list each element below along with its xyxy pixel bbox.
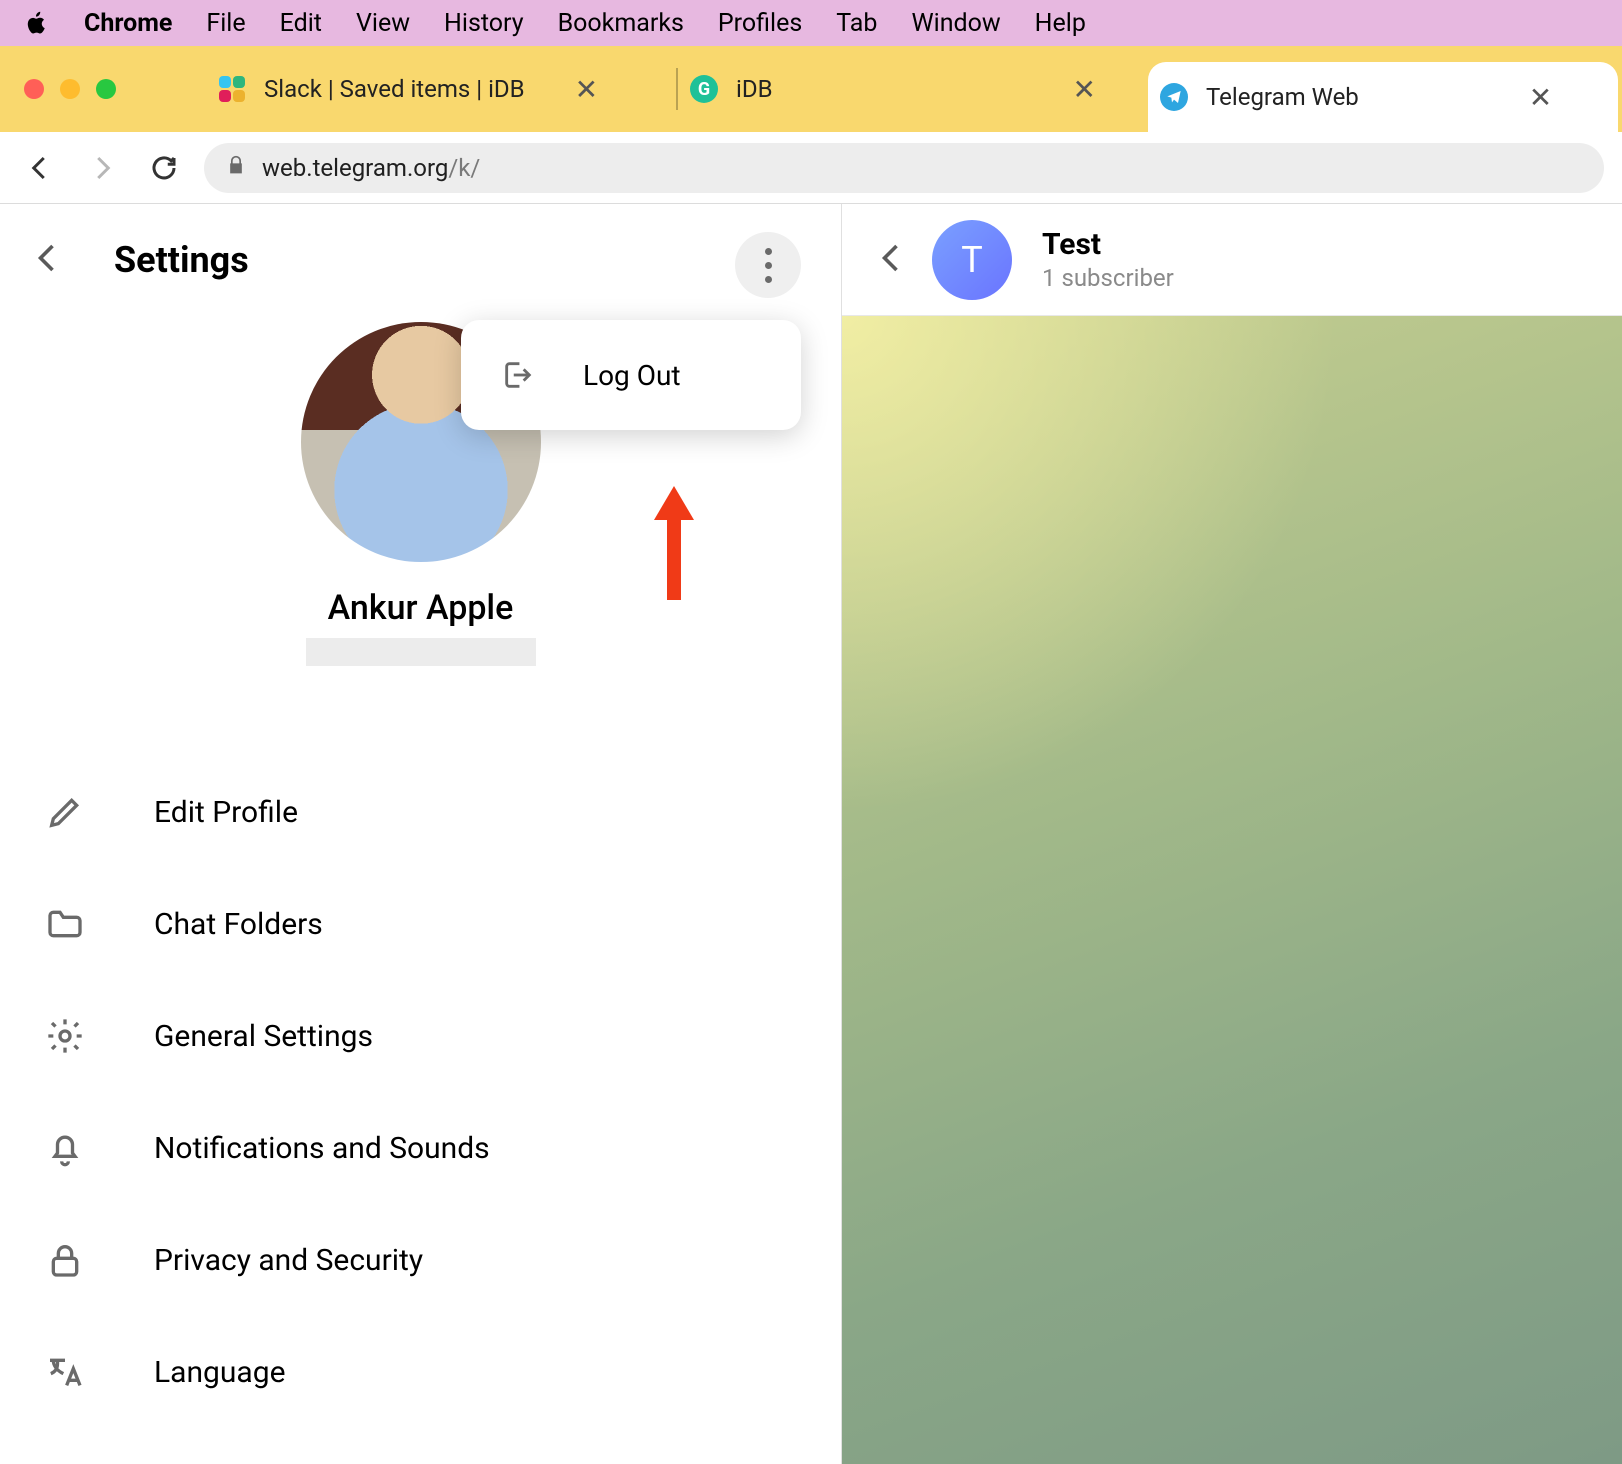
chat-panel: T Test 1 subscriber bbox=[842, 204, 1622, 1464]
window-maximize-button[interactable] bbox=[96, 79, 116, 99]
settings-item-general[interactable]: General Settings bbox=[0, 980, 841, 1092]
chat-back-button[interactable] bbox=[874, 240, 910, 280]
settings-item-label: Language bbox=[154, 1355, 286, 1390]
tab-label: iDB bbox=[736, 75, 773, 103]
folder-icon bbox=[42, 904, 88, 944]
menu-item-logout[interactable]: Log Out bbox=[461, 346, 801, 404]
idb-favicon-icon: G bbox=[690, 75, 718, 103]
window-close-button[interactable] bbox=[24, 79, 44, 99]
settings-item-label: Chat Folders bbox=[154, 907, 323, 942]
profile-subline-redacted bbox=[306, 638, 536, 666]
apple-logo-icon bbox=[24, 10, 50, 36]
tab-close-icon[interactable]: ✕ bbox=[575, 73, 598, 106]
menu-file[interactable]: File bbox=[206, 9, 245, 38]
chat-header: T Test 1 subscriber bbox=[842, 204, 1622, 316]
logout-icon bbox=[497, 358, 539, 392]
settings-panel: Settings Log Out Ankur Apple bbox=[0, 204, 842, 1464]
chat-subtitle: 1 subscriber bbox=[1042, 264, 1174, 292]
settings-item-label: Edit Profile bbox=[154, 795, 298, 830]
browser-tab-telegram[interactable]: Telegram Web ✕ bbox=[1148, 62, 1618, 132]
settings-item-label: Privacy and Security bbox=[154, 1243, 423, 1278]
browser-toolbar: web.telegram.org/k/ bbox=[0, 132, 1622, 204]
more-vertical-icon bbox=[765, 248, 772, 283]
menu-help[interactable]: Help bbox=[1035, 9, 1086, 38]
menu-window[interactable]: Window bbox=[911, 9, 1000, 38]
address-bar[interactable]: web.telegram.org/k/ bbox=[204, 143, 1604, 193]
settings-item-label: Notifications and Sounds bbox=[154, 1131, 490, 1166]
pencil-icon bbox=[42, 792, 88, 832]
menu-item-label: Log Out bbox=[583, 359, 681, 392]
tab-label: Telegram Web bbox=[1206, 83, 1359, 111]
browser-back-button[interactable] bbox=[18, 146, 62, 190]
tab-close-icon[interactable]: ✕ bbox=[1529, 81, 1552, 114]
gear-icon bbox=[42, 1016, 88, 1056]
translate-icon bbox=[42, 1352, 88, 1392]
url-path: /k/ bbox=[448, 154, 480, 182]
browser-tab-idb[interactable]: G iDB ✕ bbox=[678, 46, 1148, 132]
slack-favicon-icon bbox=[218, 75, 246, 103]
window-controls bbox=[24, 79, 116, 99]
menu-tab[interactable]: Tab bbox=[836, 9, 877, 38]
browser-reload-button[interactable] bbox=[142, 146, 186, 190]
telegram-app: Settings Log Out Ankur Apple bbox=[0, 204, 1622, 1464]
bell-icon bbox=[42, 1128, 88, 1168]
settings-header: Settings bbox=[0, 204, 841, 316]
menu-profiles[interactable]: Profiles bbox=[718, 9, 802, 38]
annotation-arrow-icon bbox=[650, 480, 698, 600]
url-host: web.telegram.org bbox=[262, 154, 448, 182]
settings-item-language[interactable]: Language bbox=[0, 1316, 841, 1428]
mac-menubar: Chrome File Edit View History Bookmarks … bbox=[0, 0, 1622, 46]
lock-icon bbox=[226, 154, 246, 182]
menu-bookmarks[interactable]: Bookmarks bbox=[558, 9, 684, 38]
settings-item-privacy[interactable]: Privacy and Security bbox=[0, 1204, 841, 1316]
chat-title: Test bbox=[1042, 227, 1174, 262]
browser-forward-button[interactable] bbox=[80, 146, 124, 190]
settings-more-menu: Log Out bbox=[461, 320, 801, 430]
settings-item-notifications[interactable]: Notifications and Sounds bbox=[0, 1092, 841, 1204]
tab-close-icon[interactable]: ✕ bbox=[1073, 73, 1096, 106]
settings-back-button[interactable] bbox=[30, 240, 66, 280]
settings-list: Edit Profile Chat Folders General Settin… bbox=[0, 756, 841, 1428]
browser-tab-strip: Slack | Saved items | iDB ✕ G iDB ✕ Tele… bbox=[0, 46, 1622, 132]
window-minimize-button[interactable] bbox=[60, 79, 80, 99]
settings-item-edit-profile[interactable]: Edit Profile bbox=[0, 756, 841, 868]
settings-more-button[interactable] bbox=[735, 232, 801, 298]
profile-name: Ankur Apple bbox=[328, 588, 514, 628]
lock-icon bbox=[42, 1240, 88, 1280]
menu-edit[interactable]: Edit bbox=[280, 9, 322, 38]
chat-avatar[interactable]: T bbox=[932, 220, 1012, 300]
settings-title: Settings bbox=[114, 239, 249, 281]
active-app-name[interactable]: Chrome bbox=[84, 9, 172, 38]
chat-background bbox=[842, 316, 1622, 1464]
menu-history[interactable]: History bbox=[444, 9, 524, 38]
chat-title-block[interactable]: Test 1 subscriber bbox=[1042, 227, 1174, 292]
browser-tab-slack[interactable]: Slack | Saved items | iDB ✕ bbox=[206, 46, 676, 132]
tab-label: Slack | Saved items | iDB bbox=[264, 75, 525, 103]
telegram-favicon-icon bbox=[1160, 83, 1188, 111]
menu-view[interactable]: View bbox=[356, 9, 410, 38]
settings-item-chat-folders[interactable]: Chat Folders bbox=[0, 868, 841, 980]
settings-item-label: General Settings bbox=[154, 1019, 373, 1054]
